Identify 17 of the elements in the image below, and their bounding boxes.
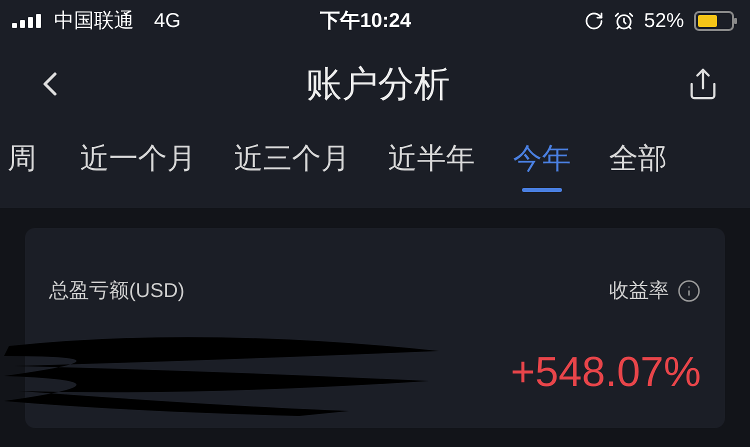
period-tab[interactable]: 周: [2, 138, 42, 192]
battery-percent: 52%: [644, 9, 684, 34]
carrier-name: 中国联通: [54, 9, 134, 34]
status-time: 下午10:24: [320, 9, 412, 34]
alarm-icon: [614, 11, 634, 31]
info-icon[interactable]: [677, 279, 701, 303]
period-tab[interactable]: 今年: [513, 138, 571, 192]
network-type: 4G: [154, 9, 181, 34]
total-pnl-label: 总盈亏额(USD): [49, 279, 185, 304]
battery-icon: [694, 11, 738, 31]
period-tab[interactable]: 近半年: [388, 138, 475, 192]
period-tab[interactable]: 全部: [609, 138, 667, 192]
return-rate-value: +548.07%: [510, 346, 701, 396]
period-tab[interactable]: 近一个月: [80, 138, 196, 192]
page-title: 账户分析: [305, 62, 451, 106]
period-tab[interactable]: 近三个月: [234, 138, 350, 192]
return-rate-label: 收益率: [609, 279, 669, 304]
